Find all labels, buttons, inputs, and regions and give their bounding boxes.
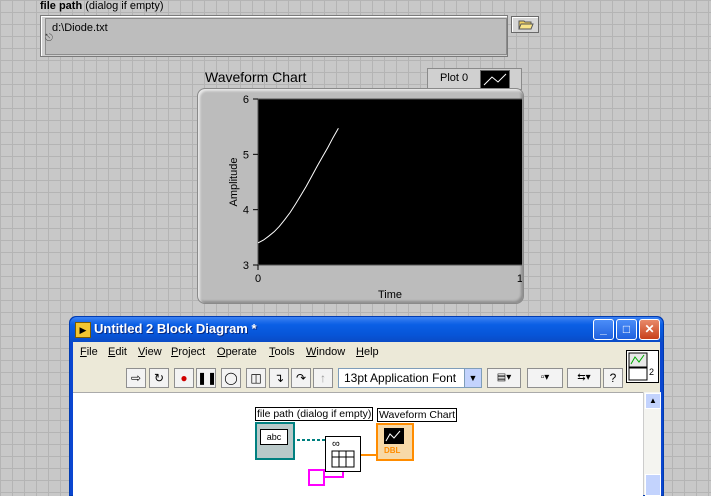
legend-plot-name: Plot 0 bbox=[440, 72, 469, 84]
window-titlebar[interactable]: ▶ Untitled 2 Block Diagram * _ □ ✕ bbox=[70, 317, 663, 342]
file-path-terminal[interactable]: abc bbox=[255, 422, 295, 460]
x-tick-label: 0 bbox=[255, 273, 261, 285]
menu-help[interactable]: Help bbox=[356, 346, 379, 358]
chart-title: Waveform Chart bbox=[205, 69, 307, 85]
plot-legend[interactable]: Plot 0 bbox=[427, 68, 522, 90]
read-spreadsheet-file-node[interactable]: ∞ bbox=[325, 436, 361, 472]
close-button[interactable]: ✕ bbox=[639, 319, 660, 340]
vertical-scrollbar[interactable]: ▲ bbox=[643, 392, 661, 496]
menu-tools[interactable]: Tools bbox=[269, 346, 295, 358]
y-tick-label: 5 bbox=[243, 149, 249, 161]
labview-app-icon[interactable]: ▶ bbox=[75, 322, 91, 338]
waveform-chart: 3 4 5 6 0 100 Time Amplitude bbox=[228, 94, 522, 301]
window-body: File Edit View Project Operate Tools Win… bbox=[73, 342, 661, 496]
font-dropdown-value: 13pt Application Font bbox=[344, 371, 457, 385]
legend-line-swatch bbox=[480, 70, 510, 89]
distribute-objects-dropdown[interactable]: ▫▾ bbox=[527, 368, 563, 388]
maximize-button[interactable]: □ bbox=[616, 319, 637, 340]
toolbar: ⇨ ↻ ● ❚❚ ◯ ◫ ↴ ↷ ↑ 13pt Application Font… bbox=[73, 366, 660, 392]
menu-edit[interactable]: Edit bbox=[108, 346, 127, 358]
run-continuously-button[interactable]: ↻ bbox=[149, 368, 169, 388]
step-into-icon[interactable]: ↴ bbox=[269, 368, 289, 388]
chevron-down-icon: ▼ bbox=[464, 369, 481, 387]
step-out-icon[interactable]: ↑ bbox=[313, 368, 333, 388]
chart-terminal-type: DBL bbox=[384, 446, 401, 455]
font-dropdown[interactable]: 13pt Application Font ▼ bbox=[338, 368, 482, 388]
menu-view[interactable]: View bbox=[138, 346, 162, 358]
connector-pane-number: 2 bbox=[649, 367, 655, 377]
menu-file[interactable]: File bbox=[80, 346, 98, 358]
block-diagram-window: ▶ Untitled 2 Block Diagram * _ □ ✕ File … bbox=[69, 316, 664, 496]
browse-button[interactable] bbox=[511, 16, 539, 33]
menu-bar: File Edit View Project Operate Tools Win… bbox=[73, 342, 660, 364]
file-path-control: d:\Diode.txt ⎋ bbox=[40, 15, 508, 57]
scroll-up-button[interactable]: ▲ bbox=[645, 393, 661, 409]
file-path-node-label: file path (dialog if empty) bbox=[255, 407, 374, 421]
y-tick-label: 4 bbox=[243, 205, 249, 217]
scroll-thumb[interactable] bbox=[645, 474, 661, 496]
delimiter-constant[interactable] bbox=[308, 469, 325, 486]
window-title: Untitled 2 Block Diagram * bbox=[94, 321, 257, 336]
vi-connector-pane-icon[interactable]: 2 bbox=[626, 350, 659, 383]
x-axis-label: Time bbox=[378, 289, 402, 301]
reorder-dropdown[interactable]: ⇆▾ bbox=[567, 368, 601, 388]
folder-icon bbox=[518, 20, 534, 30]
highlight-execution-icon[interactable]: ◯ bbox=[221, 368, 241, 388]
chart-terminal-icon bbox=[384, 428, 404, 444]
block-diagram-canvas[interactable]: file path (dialog if empty) Waveform Cha… bbox=[73, 392, 643, 496]
x-tick-label: 100 bbox=[517, 273, 522, 285]
menu-window[interactable]: Window bbox=[306, 346, 345, 358]
y-tick-label: 6 bbox=[243, 94, 249, 106]
file-path-label: file path (dialog if empty) bbox=[40, 0, 164, 12]
menu-operate[interactable]: Operate bbox=[217, 346, 257, 358]
chart-node-label: Waveform Chart bbox=[377, 408, 458, 422]
file-path-value: d:\Diode.txt bbox=[52, 22, 108, 34]
file-path-terminal-text: abc bbox=[260, 429, 288, 445]
pause-button[interactable]: ❚❚ bbox=[196, 368, 217, 388]
step-over-icon[interactable]: ↷ bbox=[291, 368, 311, 388]
retain-wire-values-icon[interactable]: ◫ bbox=[246, 368, 266, 388]
context-help-button[interactable]: ? bbox=[603, 368, 623, 388]
menu-project[interactable]: Project bbox=[171, 346, 205, 358]
waveform-chart-terminal[interactable]: DBL bbox=[376, 423, 414, 461]
plot-area bbox=[257, 98, 522, 266]
abort-button[interactable]: ● bbox=[174, 368, 194, 388]
align-objects-dropdown[interactable]: ▤▾ bbox=[487, 368, 521, 388]
run-button[interactable]: ⇨ bbox=[126, 368, 146, 388]
y-tick-label: 3 bbox=[243, 260, 249, 272]
file-path-input[interactable]: d:\Diode.txt ⎋ bbox=[45, 18, 507, 55]
y-axis-label: Amplitude bbox=[228, 158, 240, 207]
minimize-button[interactable]: _ bbox=[593, 319, 614, 340]
path-type-icon: ⎋ bbox=[45, 33, 53, 44]
